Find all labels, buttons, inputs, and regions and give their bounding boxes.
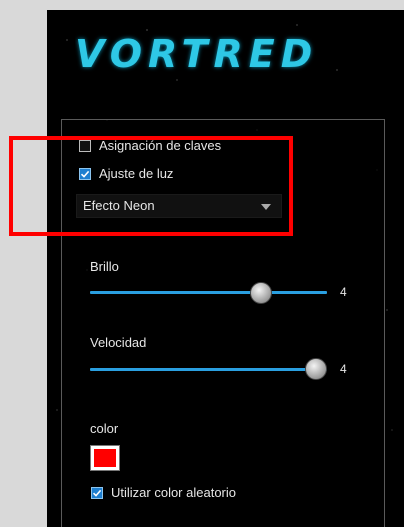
key-assignment-checkbox[interactable]	[79, 139, 91, 152]
random-color-checkbox[interactable]	[91, 486, 103, 499]
brightness-label: Brillo	[90, 259, 119, 274]
random-color-label: Utilizar color aleatorio	[111, 485, 236, 500]
vortred-logo: VORTRED	[75, 34, 319, 74]
key-assignment-option[interactable]: Asignación de claves	[79, 138, 221, 153]
key-assignment-label: Asignación de claves	[99, 138, 222, 153]
light-adjust-option[interactable]: Ajuste de luz	[79, 166, 173, 181]
light-adjust-label: Ajuste de luz	[99, 166, 174, 181]
checkmark-icon	[92, 489, 102, 497]
speed-value: 4	[340, 362, 347, 376]
random-color-option[interactable]: Utilizar color aleatorio	[91, 485, 236, 500]
chevron-down-icon	[261, 204, 271, 210]
color-swatch-fill	[94, 449, 116, 467]
color-label: color	[90, 421, 119, 436]
speed-slider-thumb[interactable]	[305, 358, 327, 380]
brightness-slider-track[interactable]	[90, 291, 327, 294]
speed-label: Velocidad	[90, 335, 147, 350]
color-swatch-button[interactable]	[90, 445, 120, 471]
light-adjust-checkbox[interactable]	[79, 167, 91, 180]
effect-dropdown-value: Efecto Neon	[83, 198, 155, 213]
speed-slider-track[interactable]	[90, 368, 327, 371]
brightness-value: 4	[340, 285, 347, 299]
effect-dropdown[interactable]: Efecto Neon	[76, 194, 282, 218]
checkmark-icon	[80, 170, 90, 178]
